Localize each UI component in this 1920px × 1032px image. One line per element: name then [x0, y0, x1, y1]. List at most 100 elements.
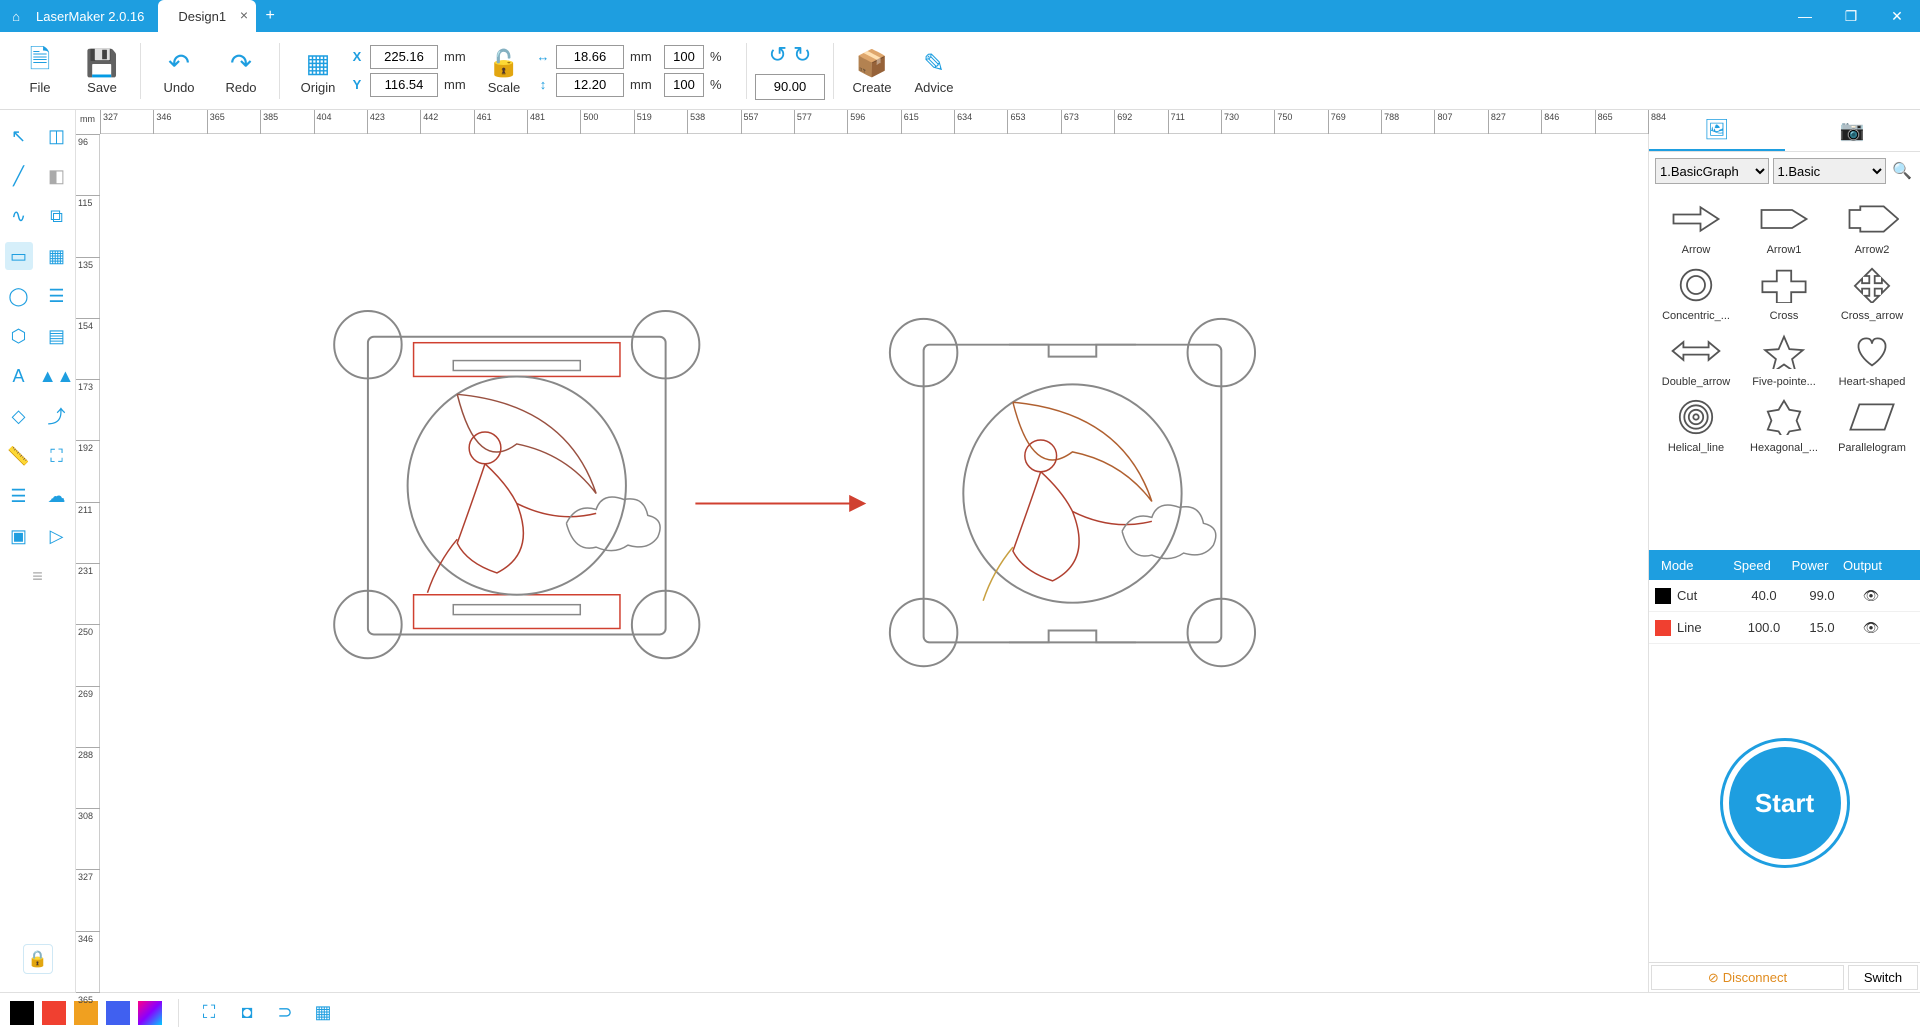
shape-parallelogram[interactable]: Parallelogram — [1831, 392, 1913, 454]
origin-button[interactable]: ▦ Origin — [288, 36, 348, 106]
layer-output-icon[interactable]: 👁 — [1849, 588, 1893, 604]
category-select-1[interactable]: 1.BasicGraph — [1655, 158, 1769, 184]
disconnect-button[interactable]: ⊘ Disconnect — [1651, 965, 1844, 990]
rotate-input[interactable] — [755, 74, 825, 100]
close-window-button[interactable]: ✕ — [1874, 8, 1920, 25]
category-select-2[interactable]: 1.Basic — [1773, 158, 1887, 184]
height-pct-input[interactable] — [664, 73, 704, 97]
fill-tool[interactable]: ◧ — [43, 162, 71, 190]
layers-header: Mode Speed Power Output — [1649, 550, 1920, 580]
line-tool[interactable]: ╱ — [5, 162, 33, 190]
save-button[interactable]: 💾 Save — [72, 36, 132, 106]
design-canvas[interactable] — [100, 134, 1648, 992]
camera-tab[interactable]: 📷 — [1785, 110, 1920, 151]
width-input[interactable] — [556, 45, 624, 69]
home-icon[interactable]: ⌂ — [0, 9, 32, 24]
shape-double-arrow[interactable]: Double_arrow — [1655, 326, 1737, 388]
select-tool[interactable]: ↖ — [5, 122, 33, 150]
align-tool[interactable]: ☰ — [43, 282, 71, 310]
width-pct-input[interactable] — [664, 45, 704, 69]
advice-button[interactable]: ✎ Advice — [904, 36, 964, 106]
color-swatch-1[interactable] — [42, 1001, 66, 1025]
maximize-button[interactable]: ❐ — [1828, 8, 1874, 25]
rectangle-tool[interactable]: ▭ — [5, 242, 33, 270]
grid-shape-tool[interactable]: ▦ — [43, 242, 71, 270]
shape-arrow[interactable]: Arrow — [1655, 194, 1737, 256]
measure-tool[interactable]: 📏 — [5, 442, 33, 470]
layer-row[interactable]: Cut40.099.0👁 — [1649, 580, 1920, 612]
search-icon[interactable]: 🔍 — [1890, 161, 1914, 181]
layer-row[interactable]: Line100.015.0👁 — [1649, 612, 1920, 644]
shape-label: Helical_line — [1655, 442, 1737, 454]
color-swatch-3[interactable] — [106, 1001, 130, 1025]
shape-five-pointe-[interactable]: Five-pointe... — [1743, 326, 1825, 388]
sliders-tool[interactable]: ≡ — [24, 562, 52, 590]
edit-points-tool[interactable]: ⤴ — [43, 402, 71, 430]
color-swatch-4[interactable] — [138, 1001, 162, 1025]
rotate-cw-icon[interactable]: ↻ — [793, 42, 811, 68]
play-tool[interactable]: ▷ — [43, 522, 71, 550]
shape-heart-shaped[interactable]: Heart-shaped — [1831, 326, 1913, 388]
redo-icon: ↷ — [230, 46, 252, 80]
text-tool[interactable]: A — [5, 362, 33, 390]
cloud-tool[interactable]: ☁ — [43, 482, 71, 510]
color-swatch-0[interactable] — [10, 1001, 34, 1025]
close-tab-icon[interactable]: × — [240, 7, 248, 23]
create-button[interactable]: 📦 Create — [842, 36, 902, 106]
new-tab-button[interactable]: + — [256, 7, 284, 25]
eraser-tool[interactable]: ◇ — [5, 402, 33, 430]
shape-arrow1[interactable]: Arrow1 — [1743, 194, 1825, 256]
document-tab[interactable]: Design1 × — [158, 0, 256, 32]
layers-icon[interactable]: ☰ — [5, 482, 33, 510]
height-input[interactable] — [556, 73, 624, 97]
redo-button[interactable]: ↷ Redo — [211, 36, 271, 106]
shape-label: Concentric_... — [1655, 310, 1737, 322]
shape-icon — [1840, 260, 1904, 310]
x-input[interactable] — [370, 45, 438, 69]
gallery-tab[interactable]: 🖼 — [1649, 110, 1785, 151]
switch-button[interactable]: Switch — [1848, 965, 1918, 990]
shape-cross-arrow[interactable]: Cross_arrow — [1831, 260, 1913, 322]
focus-icon[interactable]: ◘ — [233, 999, 261, 1027]
shape-label: Double_arrow — [1655, 376, 1737, 388]
layer-speed: 100.0 — [1733, 620, 1795, 635]
magnet-icon[interactable]: ⊃ — [271, 999, 299, 1027]
group-tool[interactable]: ⧉ — [43, 202, 71, 230]
fit-screen-icon[interactable]: ⛶ — [195, 999, 223, 1027]
layer-output-icon[interactable]: 👁 — [1849, 620, 1893, 636]
shape-hexagonal-[interactable]: Hexagonal_... — [1743, 392, 1825, 454]
shape-icon — [1664, 260, 1728, 310]
rotate-ccw-icon[interactable]: ↺ — [769, 42, 787, 68]
shape-icon — [1752, 260, 1816, 310]
layer-mode: Line — [1677, 620, 1733, 635]
ellipse-tool[interactable]: ◯ — [5, 282, 33, 310]
array-tool[interactable]: ▤ — [43, 322, 71, 350]
shape-label: Parallelogram — [1831, 442, 1913, 454]
app-title: LaserMaker 2.0.16 — [32, 9, 158, 24]
layer-speed: 40.0 — [1733, 588, 1795, 603]
create-icon: 📦 — [856, 46, 888, 80]
minimize-button[interactable]: — — [1782, 8, 1828, 25]
frame-tool[interactable]: ▣ — [5, 522, 33, 550]
marquee-tool[interactable]: ◫ — [43, 122, 71, 150]
lock-button[interactable]: 🔒 — [23, 944, 53, 974]
shape-label: Arrow — [1655, 244, 1737, 256]
polygon-tool[interactable]: ⬡ — [5, 322, 33, 350]
y-input[interactable] — [370, 73, 438, 97]
scale-button[interactable]: 🔓 Scale — [474, 36, 534, 106]
file-icon: 🗎 — [30, 46, 51, 80]
file-button[interactable]: 🗎 File — [10, 36, 70, 106]
start-button[interactable]: Start — [1723, 741, 1847, 865]
advice-icon: ✎ — [923, 46, 945, 80]
shape-concentric-[interactable]: Concentric_... — [1655, 260, 1737, 322]
expand-tool[interactable]: ⛶ — [43, 442, 71, 470]
mirror-tool[interactable]: ▲▲ — [43, 362, 71, 390]
shape-label: Arrow1 — [1743, 244, 1825, 256]
undo-button[interactable]: ↶ Undo — [149, 36, 209, 106]
grid-icon[interactable]: ▦ — [309, 999, 337, 1027]
curve-tool[interactable]: ∿ — [5, 202, 33, 230]
size-group: ↔ mm % ↕ mm % — [536, 45, 738, 97]
shape-cross[interactable]: Cross — [1743, 260, 1825, 322]
shape-arrow2[interactable]: Arrow2 — [1831, 194, 1913, 256]
shape-helical-line[interactable]: Helical_line — [1655, 392, 1737, 454]
